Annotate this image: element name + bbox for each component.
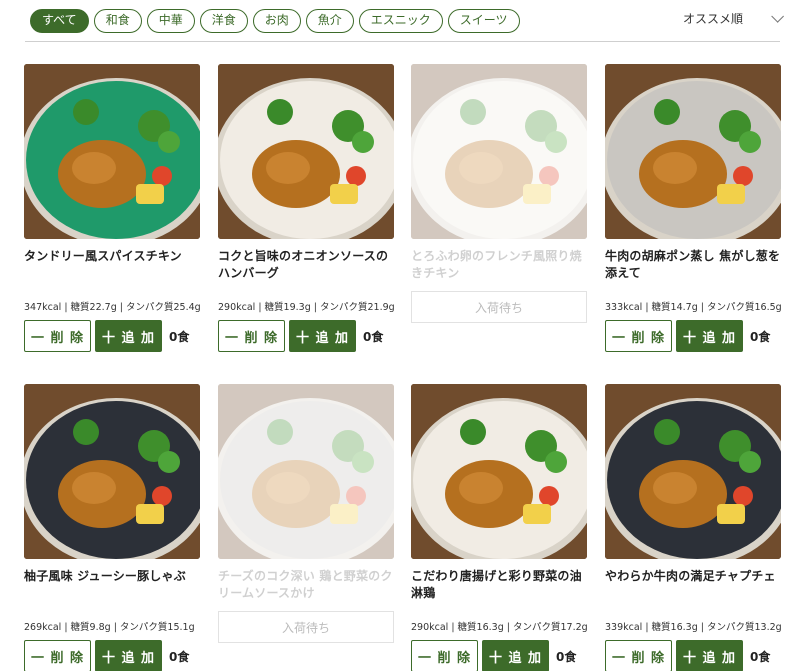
product-card: コクと旨味のオニオンソースのハンバーグ 290kcal | 糖質19.3g | … xyxy=(218,64,395,352)
product-photo[interactable] xyxy=(24,64,200,239)
filter-chip-yoshoku[interactable]: 洋食 xyxy=(199,9,248,33)
remove-button[interactable]: 一 削 除 xyxy=(411,640,478,671)
product-name[interactable]: 柚子風味 ジューシー豚しゃぶ xyxy=(24,568,200,602)
product-photo[interactable] xyxy=(605,64,781,239)
filter-bar: すべて 和食 中華 洋食 お肉 魚介 エスニック スイーツ オススメ順 xyxy=(25,0,784,42)
quantity-count: 0食 xyxy=(750,649,771,664)
chevron-down-icon xyxy=(771,10,784,23)
remove-button[interactable]: 一 削 除 xyxy=(218,320,285,352)
food-image xyxy=(605,384,781,559)
product-card: 牛肉の胡麻ポン蒸し 焦がし葱を添えて 333kcal | 糖質14.7g | タ… xyxy=(605,64,782,352)
nutrition-info: 290kcal | 糖質19.3g | タンパク質21.9g xyxy=(218,302,395,313)
restock-waiting-button[interactable]: 入荷待ち xyxy=(218,611,394,643)
quantity-count: 0食 xyxy=(169,649,190,664)
product-photo[interactable] xyxy=(24,384,200,559)
product-name[interactable]: チーズのコク深い 鶏と野菜のクリームソースかけ xyxy=(218,568,394,602)
food-image xyxy=(218,64,394,239)
food-image xyxy=(218,384,394,559)
product-name[interactable]: コクと旨味のオニオンソースのハンバーグ xyxy=(218,248,394,282)
filter-chip-sweets[interactable]: スイーツ xyxy=(447,9,520,33)
product-name[interactable]: とろふわ卵のフレンチ風照り焼きチキン xyxy=(411,248,587,282)
food-image xyxy=(605,64,781,239)
remove-button[interactable]: 一 削 除 xyxy=(24,640,91,671)
add-button[interactable]: 十 追 加 xyxy=(676,640,743,671)
nutrition-info: 290kcal | 糖質16.3g | タンパク質17.2g xyxy=(411,622,588,633)
nutrition-info: 339kcal | 糖質16.3g | タンパク質13.2g xyxy=(605,622,782,633)
product-photo[interactable] xyxy=(411,384,587,559)
add-button[interactable]: 十 追 加 xyxy=(95,640,162,671)
sort-label: オススメ順 xyxy=(682,12,743,26)
filter-chip-ethnic[interactable]: エスニック xyxy=(358,9,443,33)
nutrition-info: 347kcal | 糖質22.7g | タンパク質25.4g xyxy=(24,302,201,313)
product-card: やわらか牛肉の満足チャプチェ 339kcal | 糖質16.3g | タンパク質… xyxy=(605,384,782,671)
product-card: タンドリー風スパイスチキン 347kcal | 糖質22.7g | タンパク質2… xyxy=(24,64,201,352)
product-card: 柚子風味 ジューシー豚しゃぶ 269kcal | 糖質9.8g | タンパク質1… xyxy=(24,384,200,671)
food-image xyxy=(411,384,587,559)
filter-chip-seafood[interactable]: 魚介 xyxy=(305,9,354,33)
product-card: とろふわ卵のフレンチ風照り焼きチキン 入荷待ち xyxy=(411,64,587,323)
product-card: チーズのコク深い 鶏と野菜のクリームソースかけ 入荷待ち xyxy=(218,384,394,643)
quantity-count: 0食 xyxy=(169,329,190,344)
remove-button[interactable]: 一 削 除 xyxy=(24,320,91,352)
product-name[interactable]: タンドリー風スパイスチキン xyxy=(24,248,200,282)
add-button[interactable]: 十 追 加 xyxy=(289,320,356,352)
product-name[interactable]: やわらか牛肉の満足チャプチェ xyxy=(605,568,781,602)
filter-chip-all[interactable]: すべて xyxy=(30,9,89,33)
product-name[interactable]: こだわり唐揚げと彩り野菜の油淋鶏 xyxy=(411,568,587,602)
product-photo[interactable] xyxy=(218,64,394,239)
filter-chip-chuka[interactable]: 中華 xyxy=(146,9,195,33)
product-name[interactable]: 牛肉の胡麻ポン蒸し 焦がし葱を添えて xyxy=(605,248,781,282)
sort-dropdown[interactable]: オススメ順 xyxy=(682,10,784,27)
food-image xyxy=(24,64,200,239)
category-chips: すべて 和食 中華 洋食 お肉 魚介 エスニック スイーツ xyxy=(30,9,520,33)
quantity-count: 0食 xyxy=(363,329,384,344)
filter-chip-meat[interactable]: お肉 xyxy=(252,9,301,33)
remove-button[interactable]: 一 削 除 xyxy=(605,320,672,352)
nutrition-info: 269kcal | 糖質9.8g | タンパク質15.1g xyxy=(24,622,195,633)
quantity-count: 0食 xyxy=(750,329,771,344)
food-image xyxy=(411,64,587,239)
add-button[interactable]: 十 追 加 xyxy=(676,320,743,352)
nutrition-info: 333kcal | 糖質14.7g | タンパク質16.5g xyxy=(605,302,782,313)
product-photo[interactable] xyxy=(605,384,781,559)
add-button[interactable]: 十 追 加 xyxy=(482,640,549,671)
food-image xyxy=(24,384,200,559)
add-button[interactable]: 十 追 加 xyxy=(95,320,162,352)
remove-button[interactable]: 一 削 除 xyxy=(605,640,672,671)
product-photo[interactable] xyxy=(411,64,587,239)
quantity-count: 0食 xyxy=(556,649,577,664)
filter-chip-washoku[interactable]: 和食 xyxy=(93,9,142,33)
restock-waiting-button[interactable]: 入荷待ち xyxy=(411,291,587,323)
product-card: こだわり唐揚げと彩り野菜の油淋鶏 290kcal | 糖質16.3g | タンパ… xyxy=(411,384,588,671)
product-photo[interactable] xyxy=(218,384,394,559)
